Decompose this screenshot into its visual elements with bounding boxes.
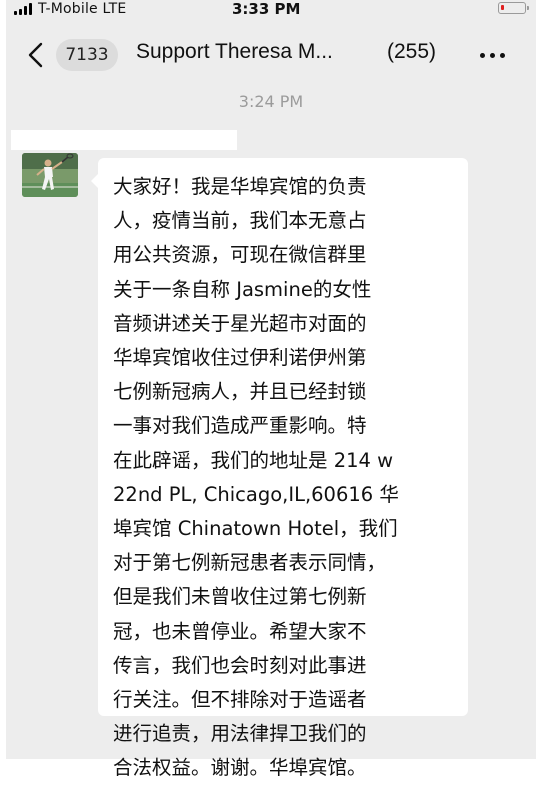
message-timestamp: 3:24 PM xyxy=(238,92,304,111)
carrier-label: T-Mobile LTE xyxy=(38,1,127,17)
message-line: 合法权益。谢谢。华埠宾馆。 xyxy=(113,756,367,780)
message-line: 音频讲述关于星光超市对面的 xyxy=(113,311,367,335)
message-line: 冠，也未曾停业。希望大家不 xyxy=(113,619,367,643)
message-line: 大家好！我是华埠宾馆的负责 xyxy=(113,175,367,198)
message-line: 对于第七例新冠患者表示同情， xyxy=(113,551,387,575)
message-line: 用公共资源，可现在微信群里 xyxy=(113,243,367,267)
message-line: 七例新冠病人，并且已经封锁 xyxy=(113,380,367,404)
tennis-player-avatar[interactable] xyxy=(22,153,78,197)
chat-header: 7133 Support Theresa M... (255) xyxy=(6,28,536,84)
status-bar: T-Mobile LTE 3:33 PM xyxy=(6,0,536,22)
message-line: 22nd PL, Chicago,IL,60616 华 xyxy=(113,482,399,506)
message-line: 华埠宾馆收住过伊利诺伊州第 xyxy=(113,346,367,370)
bubble-tail xyxy=(91,174,98,188)
chat-screen: T-Mobile LTE 3:33 PM 7133 Support Theres… xyxy=(6,0,536,779)
message-line: 传言，我们也会时刻对此事进 xyxy=(113,653,367,677)
message-line: 一事对我们造成严重影响。特 xyxy=(113,414,367,438)
chevron-left-icon[interactable] xyxy=(24,40,48,70)
message-line: 但是我们未曾收住过第七例新 xyxy=(113,585,367,609)
more-dots-icon[interactable] xyxy=(480,46,510,66)
battery-low-icon xyxy=(498,2,529,14)
redacted-sender-name xyxy=(11,130,237,150)
chat-title[interactable]: Support Theresa M... xyxy=(136,40,333,64)
message-text: 大家好！我是华埠宾馆的负责 人，疫情当前，我们本无意占 用公共资源，可现在微信群里关… xyxy=(113,170,458,786)
message-line: 人，疫情当前，我们本无意占 xyxy=(113,209,367,233)
message-line: 进行追责，用法律捍卫我们的 xyxy=(113,722,367,746)
message-line: 行关注。但不排除对于造谣者 xyxy=(113,688,367,712)
member-count: (255) xyxy=(387,40,437,63)
clock: 3:33 PM xyxy=(232,0,301,18)
message-line: 埠宾馆 Chinatown Hotel，我们 xyxy=(113,517,398,541)
unread-count-badge[interactable]: 7133 xyxy=(56,39,118,71)
message-line: 在此辟谣，我们的地址是 214 w xyxy=(113,448,394,472)
message-line: 关于一条自称 Jasmine的女性 xyxy=(113,277,372,301)
message-bubble[interactable]: 大家好！我是华埠宾馆的负责 人，疫情当前，我们本无意占 用公共资源，可现在微信群里关… xyxy=(91,158,468,779)
